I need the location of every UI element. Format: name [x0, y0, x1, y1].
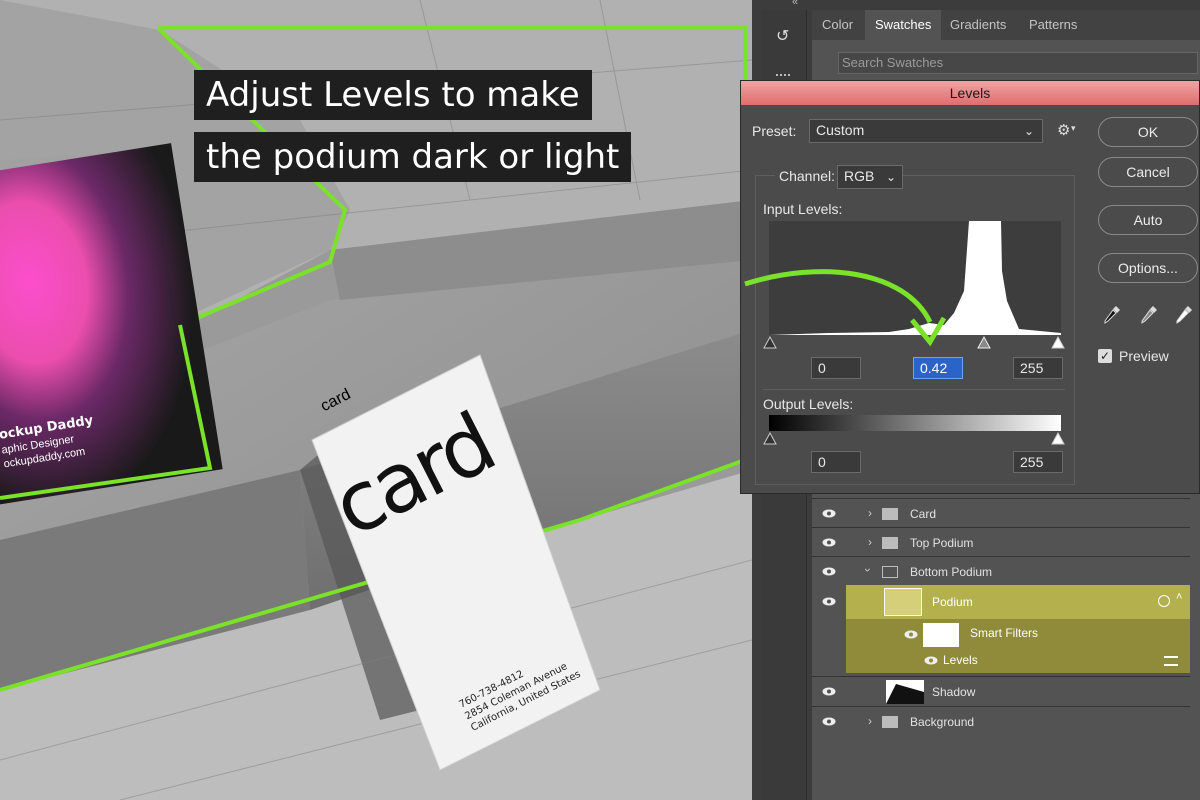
folder-icon — [882, 508, 898, 520]
layer-name: Bottom Podium — [910, 565, 993, 579]
layer-row-top-podium[interactable]: › Top Podium — [812, 527, 1190, 557]
input-levels-label: Input Levels: — [763, 201, 843, 217]
white-eyedropper-icon[interactable] — [1175, 305, 1193, 325]
gear-icon[interactable]: ⚙ — [1057, 121, 1070, 139]
layer-name: Shadow — [932, 685, 976, 699]
options-button[interactable]: Options... — [1098, 253, 1198, 283]
tab-patterns[interactable]: Patterns — [1019, 10, 1087, 40]
search-placeholder: Search Swatches — [842, 55, 944, 70]
channel-select[interactable]: RGB ⌄ — [837, 165, 903, 189]
levels-dialog-title[interactable]: Levels — [741, 81, 1199, 105]
smart-object-thumbnail — [884, 588, 922, 616]
swatches-search-field[interactable]: Search Swatches — [838, 52, 1198, 74]
folder-icon — [882, 716, 898, 728]
layer-name: Card — [910, 507, 937, 521]
layer-name: Top Podium — [910, 536, 974, 550]
caption-line-2: the podium dark or light — [194, 132, 632, 182]
input-gamma-field[interactable]: 0.42 — [913, 357, 963, 379]
input-white-field[interactable]: 255 — [1013, 357, 1063, 379]
chevron-down-icon: ⌄ — [1023, 124, 1034, 138]
caption-line-1: Adjust Levels to make — [194, 70, 592, 120]
preset-select[interactable]: Custom ⌄ — [809, 119, 1043, 143]
eye-icon[interactable] — [822, 717, 836, 726]
history-icon[interactable]: ↺ — [776, 26, 789, 46]
eye-icon[interactable] — [822, 597, 836, 606]
layer-name: Smart Filters — [970, 626, 1039, 640]
layer-row-bottom-podium[interactable]: › Bottom Podium — [812, 556, 1190, 586]
channel-label: Channel: — [775, 168, 840, 184]
eye-icon[interactable] — [924, 656, 938, 665]
chevron-right-icon[interactable]: › — [868, 535, 872, 549]
layer-name: Background — [910, 715, 975, 729]
output-levels-label: Output Levels: — [763, 396, 854, 412]
black-point-slider[interactable] — [763, 335, 777, 349]
output-slider-track — [763, 431, 1065, 445]
smart-filter-badge-icon[interactable] — [1158, 595, 1170, 607]
filter-options-icon[interactable] — [1164, 656, 1178, 666]
preview-checkbox[interactable]: ✓ — [1098, 349, 1112, 363]
layer-row-smart-filters[interactable]: Smart Filters — [846, 620, 1190, 648]
output-black-field[interactable]: 0 — [811, 451, 861, 473]
eye-icon[interactable] — [822, 687, 836, 696]
levels-dialog: Levels Preset: Custom ⌄ ⚙ ▾ Channel: RGB… — [740, 80, 1200, 494]
layer-name: Levels — [943, 653, 978, 667]
mockup-photo: ockup Daddy aphic Designer ockupdaddy.co… — [0, 0, 752, 800]
tab-color[interactable]: Color — [812, 10, 863, 40]
chevron-down-icon[interactable]: › — [861, 568, 875, 572]
preset-label: Preset: — [752, 123, 797, 139]
gray-eyedropper-icon[interactable] — [1140, 305, 1158, 325]
layer-name: Podium — [932, 595, 973, 609]
preview-label: Preview — [1119, 348, 1169, 364]
collapse-panels-icon[interactable]: « — [792, 0, 798, 8]
histogram — [769, 221, 1061, 335]
channel-value: RGB — [844, 168, 875, 184]
chevron-right-icon[interactable]: › — [868, 506, 872, 520]
filter-mask-thumbnail — [923, 623, 959, 647]
auto-button[interactable]: Auto — [1098, 205, 1198, 235]
gear-dropdown-icon[interactable]: ▾ — [1071, 123, 1076, 134]
white-point-slider[interactable] — [1051, 335, 1065, 349]
eye-icon[interactable] — [822, 567, 836, 576]
eye-icon[interactable] — [904, 630, 918, 639]
tab-swatches[interactable]: Swatches — [865, 10, 942, 40]
layer-row-card[interactable]: › Card — [812, 498, 1190, 528]
layer-row-podium[interactable]: Podium ˄ — [846, 585, 1190, 619]
output-white-slider[interactable] — [1051, 431, 1065, 445]
chevron-down-icon: ⌄ — [885, 170, 896, 184]
output-black-slider[interactable] — [763, 431, 777, 445]
preset-value: Custom — [816, 122, 865, 138]
input-slider-track — [763, 335, 1065, 349]
folder-icon — [882, 537, 898, 549]
layer-row-levels[interactable]: Levels — [846, 648, 1190, 673]
chevron-right-icon[interactable]: › — [868, 714, 872, 728]
open-folder-icon — [882, 566, 898, 578]
layer-row-shadow[interactable]: Shadow — [812, 676, 1190, 706]
gamma-slider[interactable] — [977, 335, 991, 349]
eye-icon[interactable] — [822, 509, 836, 518]
divider — [763, 389, 1065, 390]
output-gradient — [769, 415, 1061, 431]
ok-button[interactable]: OK — [1098, 117, 1198, 147]
input-black-field[interactable]: 0 — [811, 357, 861, 379]
output-white-field[interactable]: 255 — [1013, 451, 1063, 473]
layer-row-background[interactable]: › Background — [812, 706, 1190, 736]
shadow-thumbnail — [886, 680, 924, 704]
tab-gradients[interactable]: Gradients — [940, 10, 1016, 40]
podium-scene — [0, 0, 752, 800]
collapse-caret-icon[interactable]: ˄ — [1176, 591, 1182, 603]
cancel-button[interactable]: Cancel — [1098, 157, 1198, 187]
black-eyedropper-icon[interactable] — [1103, 305, 1121, 325]
eye-icon[interactable] — [822, 538, 836, 547]
